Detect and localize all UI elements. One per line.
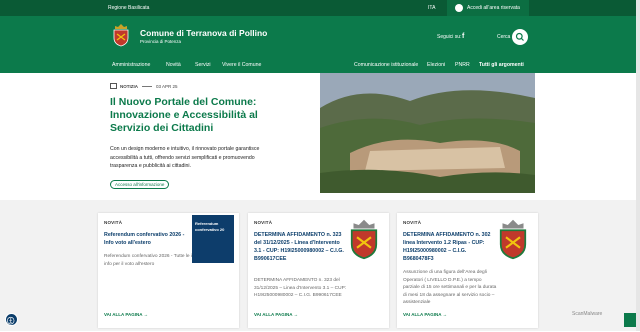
hero-tag-chip[interactable]: Accesso all'informazione xyxy=(110,180,170,189)
user-icon xyxy=(455,4,463,12)
card-category: NOVITÀ xyxy=(254,220,273,225)
read-more-link[interactable]: VAI ALLA PAGINA → xyxy=(403,312,447,317)
news-card[interactable]: NOVITÀ Referendum confervativo 2026 - In… xyxy=(98,213,239,328)
municipal-crest-icon xyxy=(350,219,378,260)
hero-photo-village xyxy=(320,73,535,193)
site-header: Comune di Terranova di Pollino Provincia… xyxy=(0,16,640,58)
nav-item-servizi[interactable]: Servizi xyxy=(195,62,211,68)
nav-item-amministrazione[interactable]: Amministrazione xyxy=(112,62,150,68)
nav-item-pnrr[interactable]: PNRR xyxy=(455,62,470,68)
hero-meta: NOTIZIA 03 APR 25 xyxy=(110,83,178,89)
search-icon xyxy=(515,32,524,41)
nav-item-novita[interactable]: Novità xyxy=(166,62,181,68)
nav-item-argomenti[interactable]: Tutti gli argomenti xyxy=(479,62,524,68)
top-bar: Regione Basilicata ITA Accedi all'area r… xyxy=(0,0,640,16)
accessibility-button[interactable] xyxy=(5,313,18,326)
nav-item-elezioni[interactable]: Elezioni xyxy=(427,62,445,68)
municipal-crest-icon[interactable] xyxy=(112,23,130,47)
card-title[interactable]: DETERMINA AFFIDAMENTO n. 323 del 31/12/2… xyxy=(254,231,344,263)
divider xyxy=(142,85,152,87)
card-description: Referendum confervativo 2026 - Tutte le … xyxy=(104,254,199,267)
hero-title[interactable]: Il Nuovo Portale del Comune: Innovazione… xyxy=(110,96,300,135)
card-thumbnail: Referendum confervativo 20 xyxy=(192,215,234,263)
site-subtitle: Provincia di Potenza xyxy=(140,39,182,44)
card-description: Assunzione di una figura dell'Area degli… xyxy=(403,270,497,305)
scrollbar[interactable] xyxy=(636,0,640,331)
thumbnail-text: Referendum confervativo 20 xyxy=(195,221,225,232)
arrow-right-icon: → xyxy=(293,312,299,317)
back-to-top-button[interactable] xyxy=(624,313,636,327)
language-selector[interactable]: ITA xyxy=(428,5,435,11)
read-more-link[interactable]: VAI ALLA PAGINA → xyxy=(254,312,298,317)
card-description: DETERMINA AFFIDAMENTO n. 323 del 31/12/2… xyxy=(254,278,347,298)
nav-item-vivere[interactable]: Vivere il Comune xyxy=(222,62,261,68)
nav-item-comunicazione[interactable]: Comunicazione istituzionale xyxy=(354,62,418,68)
follow-label: Seguici su: xyxy=(437,34,462,40)
card-title[interactable]: Referendum confervativo 2026 - Info voto… xyxy=(104,231,194,247)
accessibility-icon xyxy=(6,316,15,325)
login-button[interactable]: Accedi all'area riservata xyxy=(447,0,529,16)
read-more-link[interactable]: VAI ALLA PAGINA → xyxy=(104,312,148,317)
card-category: NOVITÀ xyxy=(104,220,123,225)
hero-category: NOTIZIA xyxy=(120,83,138,89)
site-title[interactable]: Comune di Terranova di Pollino xyxy=(140,28,267,38)
login-label: Accedi all'area riservata xyxy=(467,5,520,11)
hero-date: 03 APR 25 xyxy=(156,83,178,89)
card-title[interactable]: DETERMINA AFFIDAMENTO n. 302 linea Inter… xyxy=(403,231,493,263)
search-label: Cerca xyxy=(497,34,511,40)
watermark: ScanMalware xyxy=(572,311,603,317)
arrow-right-icon: → xyxy=(143,312,149,317)
card-category: NOVITÀ xyxy=(403,220,422,225)
hero-text: Con un design moderno e intuitivo, il ri… xyxy=(110,146,260,169)
region-link[interactable]: Regione Basilicata xyxy=(108,5,149,11)
news-card[interactable]: NOVITÀ DETERMINA AFFIDAMENTO n. 302 line… xyxy=(397,213,538,328)
facebook-icon[interactable]: f xyxy=(462,33,464,40)
search-button[interactable] xyxy=(512,29,528,45)
news-card[interactable]: NOVITÀ DETERMINA AFFIDAMENTO n. 323 del … xyxy=(248,213,389,328)
arrow-right-icon: → xyxy=(442,312,448,317)
municipal-crest-icon xyxy=(499,219,527,260)
calendar-icon xyxy=(110,83,117,89)
main-navigation: Amministrazione Novità Servizi Vivere il… xyxy=(0,58,640,73)
